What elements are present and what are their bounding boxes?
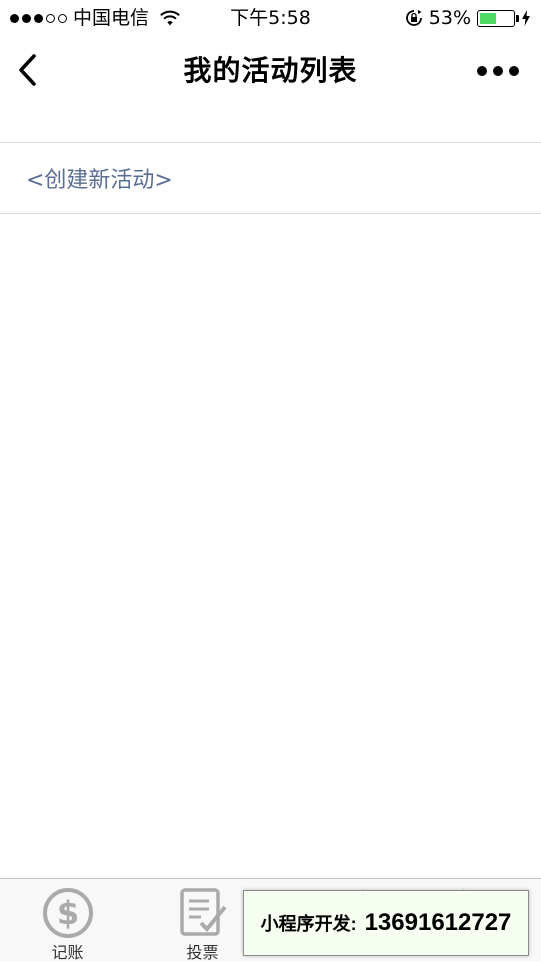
status-right: 53%: [405, 0, 531, 36]
more-options-icon[interactable]: [477, 66, 519, 76]
battery-icon: [477, 9, 519, 27]
dollar-icon: $: [43, 888, 93, 938]
status-bar: 中国电信 下午5:58 53%: [0, 0, 541, 36]
contact-overlay: 小程序开发: 13691612727: [243, 890, 529, 956]
battery-percent: 53%: [428, 7, 471, 29]
overlay-phone: 13691612727: [364, 909, 512, 936]
svg-text:$: $: [57, 894, 79, 932]
tab-label: 记账: [51, 943, 84, 962]
divider: [0, 213, 541, 214]
overlay-label: 小程序开发:: [260, 914, 357, 934]
navigation-bar: 我的活动列表: [0, 36, 541, 106]
charging-icon: [522, 10, 530, 26]
page-title: 我的活动列表: [183, 54, 358, 87]
divider: [0, 142, 541, 143]
rotation-lock-icon: [405, 10, 422, 26]
create-activity-link[interactable]: <创建新活动>: [26, 162, 173, 194]
checklist-icon: [180, 888, 227, 936]
tab-accounting[interactable]: $ 记账: [0, 879, 135, 962]
